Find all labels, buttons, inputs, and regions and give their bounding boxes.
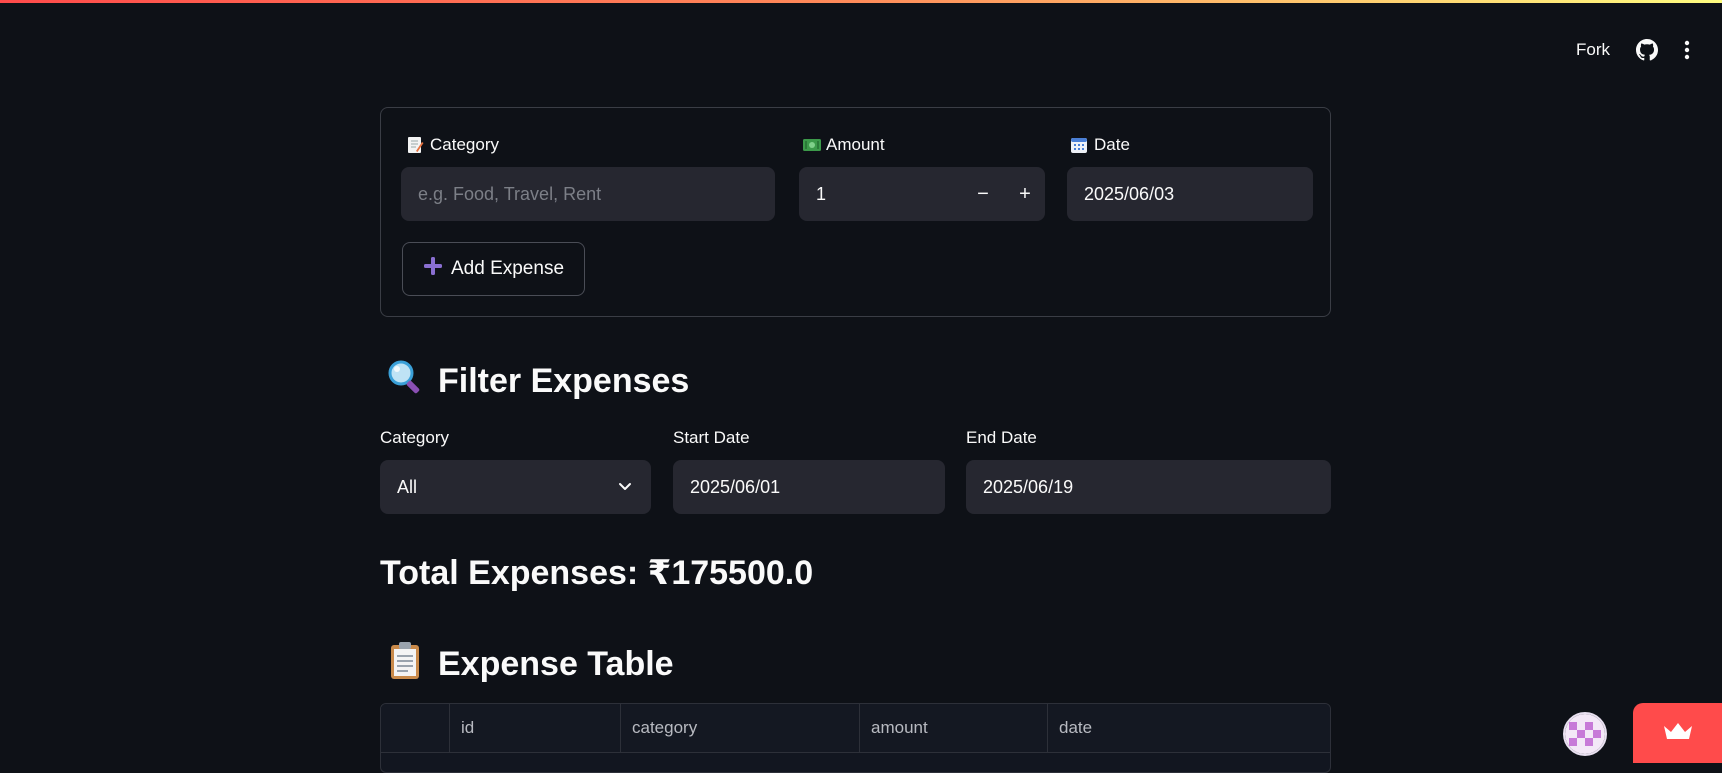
crown-icon — [1662, 720, 1694, 747]
memo-icon — [406, 136, 424, 154]
amount-increment-button[interactable]: + — [1005, 167, 1045, 221]
end-date-value: 2025/06/19 — [983, 476, 1074, 497]
add-expense-form: Category e.g. Food, Travel, Rent Amount … — [380, 107, 1331, 317]
filter-category-select[interactable]: All — [380, 460, 651, 514]
column-header-index[interactable] — [381, 704, 450, 752]
magnifier-icon — [386, 358, 424, 405]
start-date-label: Start Date — [673, 428, 750, 447]
filter-title-text: Filter Expenses — [438, 362, 690, 400]
start-date-value: 2025/06/01 — [690, 476, 781, 497]
date-field-label: Date — [1070, 135, 1130, 155]
add-expense-label: Add Expense — [450, 258, 565, 279]
category-label-text: Category — [430, 135, 499, 154]
dollar-banknote-icon — [802, 136, 821, 154]
fork-button[interactable]: Fork — [1576, 40, 1610, 60]
chevron-down-icon — [617, 478, 633, 499]
top-decoration-bar — [0, 0, 1722, 3]
amount-label-text: Amount — [826, 135, 885, 154]
calendar-icon — [1070, 136, 1088, 154]
add-expense-button[interactable]: Add Expense — [402, 242, 585, 296]
header-actions: Fork — [1576, 36, 1690, 64]
table-header-row: id category amount date — [381, 704, 1330, 753]
table-section-title: Expense Table — [386, 640, 674, 689]
amount-stepper[interactable]: 1 − + — [799, 167, 1045, 221]
column-header-id[interactable]: id — [450, 704, 621, 752]
amount-value: 1 — [816, 183, 827, 204]
date-label-text: Date — [1094, 135, 1130, 154]
avatar[interactable] — [1563, 712, 1607, 756]
crown-button[interactable] — [1633, 703, 1722, 763]
clipboard-icon — [386, 640, 424, 689]
category-field-label: Category — [406, 135, 499, 155]
filter-category-label: Category — [380, 428, 449, 447]
plus-icon — [423, 256, 443, 282]
category-input[interactable]: e.g. Food, Travel, Rent — [401, 167, 775, 221]
table-title-text: Expense Table — [438, 645, 674, 683]
column-header-date[interactable]: date — [1048, 704, 1330, 752]
end-date-input[interactable]: 2025/06/19 — [966, 460, 1331, 514]
filter-category-value: All — [397, 476, 418, 497]
kebab-menu-icon[interactable] — [1684, 40, 1690, 60]
date-value: 2025/06/03 — [1084, 183, 1175, 204]
column-header-category[interactable]: category — [621, 704, 860, 752]
date-input[interactable]: 2025/06/03 — [1067, 167, 1313, 221]
amount-field-label: Amount — [802, 135, 885, 155]
category-placeholder: e.g. Food, Travel, Rent — [418, 183, 602, 204]
end-date-label: End Date — [966, 428, 1037, 447]
total-expenses: Total Expenses: ₹175500.0 — [380, 554, 814, 592]
column-header-amount[interactable]: amount — [860, 704, 1048, 752]
start-date-input[interactable]: 2025/06/01 — [673, 460, 945, 514]
filter-section-title: Filter Expenses — [386, 358, 689, 405]
amount-decrement-button[interactable]: − — [963, 167, 1003, 221]
github-icon[interactable] — [1636, 39, 1658, 61]
